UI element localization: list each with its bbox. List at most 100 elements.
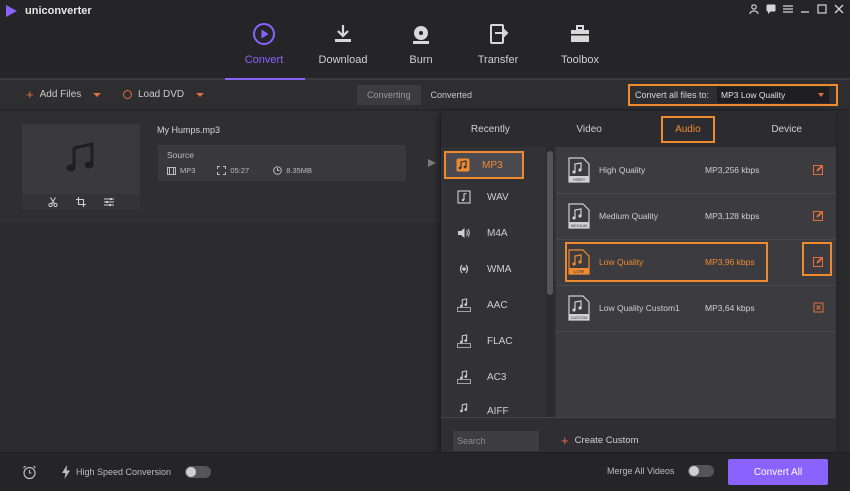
nav-burn[interactable]: Burn [381,22,461,66]
quality-badge: HIGH [573,177,584,182]
format-item-m4a[interactable]: M4A [441,215,556,251]
format-search-input[interactable]: Search [453,431,539,451]
chevron-down-icon[interactable] [196,92,205,97]
file-name: My Humps.mp3 [157,125,221,135]
quality-bitrate: MP3,64 kbps [705,303,755,313]
tab-converted[interactable]: Converted [420,85,483,105]
tab-audio[interactable]: Audio [639,111,738,147]
window-controls [748,3,844,14]
format-label: WAV [487,191,509,203]
divider [556,331,836,332]
load-dvd-button[interactable]: Load DVD [123,89,205,100]
source-format: MP3 [167,166,195,175]
plus-icon: + [561,432,569,448]
tab-converting[interactable]: Converting [357,85,421,105]
format-item-ac3[interactable]: AC3 [441,359,556,395]
maximize-icon[interactable] [816,3,827,14]
merge-label: Merge All Videos [607,466,675,476]
add-files-label: Add Files [39,89,82,100]
quality-item-high[interactable]: HIGH High Quality MP3,256 kbps [556,147,836,193]
source-duration-value: 05:27 [230,166,250,175]
scissors-icon[interactable] [48,197,58,207]
logo-icon [6,5,17,17]
nav-label: Toolbox [561,54,599,66]
quality-item-custom[interactable]: CUSTOM Low Quality Custom1 MP3,64 kbps [556,285,836,331]
output-format-select[interactable]: MP3 Low Quality [717,87,830,103]
tab-label: Video [576,123,602,135]
format-item-mp3[interactable]: MP3 [444,151,524,179]
nav-toolbox[interactable]: Toolbox [540,22,620,66]
add-files-button[interactable]: + Add Files [26,86,102,102]
schedule-button[interactable] [22,465,37,480]
load-dvd-label: Load DVD [138,89,185,100]
tab-recently[interactable]: Recently [441,111,540,147]
high-speed-toggle[interactable] [185,466,212,478]
menu-icon[interactable] [782,3,793,14]
source-size: 8.35MB [273,166,312,175]
tab-label: Recently [470,123,510,135]
source-format-value: MP3 [180,166,196,175]
nav-convert[interactable]: Convert [224,22,304,66]
create-custom-button[interactable]: + Create Custom [561,432,639,448]
file-item: My Humps.mp3 Source MP3 05:27 8.35MB [0,111,440,223]
scrollbar-thumb[interactable] [547,151,553,295]
chat-icon[interactable] [765,3,776,14]
high-speed-label: High Speed Conversion [76,467,172,477]
minimize-icon[interactable] [799,3,810,14]
format-item-wma[interactable]: WMA [441,251,556,287]
source-duration: 05:27 [217,166,249,175]
source-info: Source MP3 05:27 8.35MB [158,145,406,181]
lightning-icon [62,465,70,479]
music-note-icon [66,142,94,172]
nav-download[interactable]: Download [303,22,383,66]
convert-all-label: Convert all files to: [635,90,710,100]
source-size-value: 8.35MB [286,166,313,175]
quality-name: Low Quality Custom1 [599,303,680,313]
nav-label: Convert [244,54,284,66]
nav-transfer[interactable]: Transfer [458,22,538,66]
format-item-aac[interactable]: AAC [441,287,556,323]
tab-label: Audio [661,115,715,143]
quality-high-icon: HIGH [568,157,590,185]
edit-icon[interactable] [813,210,824,223]
bottom-bar: High Speed Conversion Merge All Videos C… [0,452,850,491]
alarm-clock-icon [23,465,36,480]
settings-sliders-icon[interactable] [104,197,114,207]
aiff-icon [457,403,471,417]
plus-icon: + [26,86,34,102]
crop-icon[interactable] [76,197,86,207]
dvd-icon [123,90,132,99]
transfer-icon [490,24,509,44]
merge-toggle[interactable] [688,465,715,477]
user-icon[interactable] [748,3,759,14]
format-list: MP3 WAV M4A WMA AAC FLAC AC3 AIFF [441,147,556,417]
tab-video[interactable]: Video [540,111,639,147]
format-list-scrollbar[interactable] [546,147,554,417]
tab-label: Device [771,123,802,135]
quality-medium-icon: MEDIUM [568,203,590,231]
convert-all-button[interactable]: Convert All [728,459,828,485]
format-item-aiff[interactable]: AIFF [441,395,556,417]
high-speed-conversion: High Speed Conversion [62,465,212,479]
merge-all-videos: Merge All Videos [607,465,715,477]
create-custom-label: Create Custom [574,435,639,446]
close-icon[interactable] [833,3,844,14]
format-item-flac[interactable]: FLAC [441,323,556,359]
clock-icon [273,166,283,175]
format-label: AIFF [487,406,509,417]
format-dropdown-panel: Recently Video Audio Device MP3 WAV M4A … [441,111,836,459]
thumbnail-tools [22,194,140,210]
app-name: uniconverter [25,5,92,17]
chevron-down-icon[interactable] [93,92,102,97]
tab-device[interactable]: Device [737,111,836,147]
format-label: WMA [487,263,512,275]
delete-icon[interactable] [813,302,824,315]
quality-list: HIGH High Quality MP3,256 kbps MEDIUM Me… [556,147,836,417]
edit-icon[interactable] [813,164,824,177]
quality-badge: CUSTOM [571,316,587,320]
quality-item-medium[interactable]: MEDIUM Medium Quality MP3,128 kbps [556,193,836,239]
nav-label: Download [318,54,368,66]
quality-badge: MEDIUM [571,223,587,228]
quality-name: High Quality [599,165,646,175]
format-item-wav[interactable]: WAV [441,179,556,215]
